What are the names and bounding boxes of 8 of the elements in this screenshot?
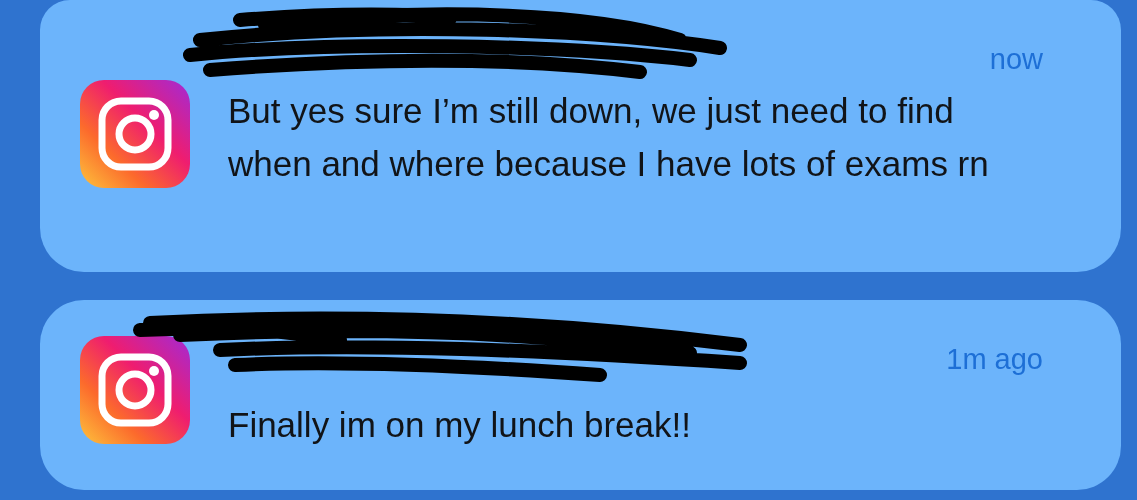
notification-card[interactable]: 1m ago Finally im on my lunch break!! <box>40 300 1121 490</box>
timestamp: now <box>989 42 1043 77</box>
message-text: But yes sure I’m still down, we just need to find when and where because I have lots of exams rn <box>228 90 990 185</box>
notification-card[interactable]: now But yes sure I’m still down, we just need to find when and where because I have lots of exams rn <box>40 0 1121 272</box>
camera-app-icon <box>80 80 190 188</box>
timestamp: 1m ago <box>946 342 1043 377</box>
camera-app-icon <box>80 336 190 444</box>
message-text: Finally im on my lunch break!! <box>228 404 691 446</box>
